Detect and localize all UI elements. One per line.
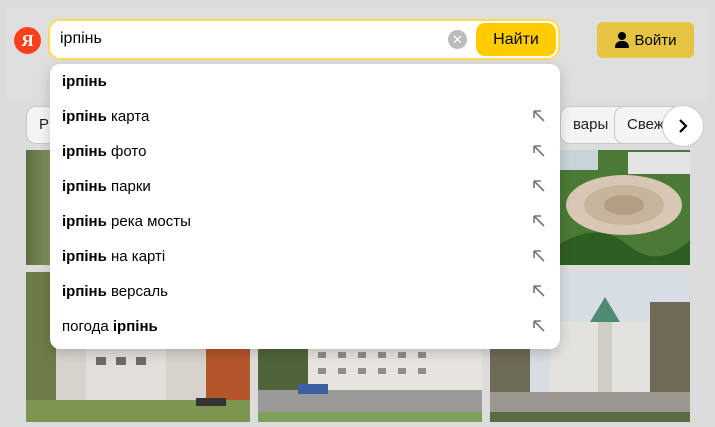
suggestion-item[interactable]: ірпінь река мосты — [50, 204, 560, 239]
clear-icon[interactable]: ✕ — [448, 30, 467, 49]
suggestion-item[interactable]: ірпінь версаль — [50, 274, 560, 309]
suggestion-text: ірпінь река мосты — [62, 213, 191, 230]
image-park — [558, 150, 690, 265]
suggestion-item[interactable]: погода ірпінь — [50, 309, 560, 344]
suggestion-item[interactable]: ірпінь парки — [50, 169, 560, 204]
suggestion-text: ірпінь фото — [62, 143, 147, 160]
arrow-up-left-icon[interactable] — [532, 249, 546, 263]
arrow-up-left-icon[interactable] — [532, 179, 546, 193]
suggestion-text: погода ірпінь — [62, 318, 158, 335]
arrow-up-left-icon[interactable] — [532, 319, 546, 333]
suggestion-text: ірпінь — [62, 73, 107, 90]
user-icon — [614, 32, 629, 48]
next-button[interactable] — [662, 105, 704, 147]
suggestion-item[interactable]: ірпінь — [50, 64, 560, 99]
login-label: Войти — [634, 31, 677, 49]
suggestion-text: ірпінь карта — [62, 108, 150, 125]
suggestion-text: ірпінь версаль — [62, 283, 168, 300]
suggestion-text: ірпінь на карті — [62, 248, 166, 265]
suggestion-item[interactable]: ірпінь на карті — [50, 239, 560, 274]
search-box: ✕ Найти — [48, 19, 560, 60]
yandex-logo[interactable]: Я — [14, 27, 41, 54]
suggestion-text: ірпінь парки — [62, 178, 151, 195]
suggestion-item[interactable]: ірпінь карта — [50, 99, 560, 134]
arrow-up-left-icon[interactable] — [532, 214, 546, 228]
find-button[interactable]: Найти — [476, 23, 556, 56]
arrow-up-left-icon[interactable] — [532, 109, 546, 123]
chevron-right-icon — [679, 119, 688, 133]
search-input[interactable] — [60, 27, 440, 51]
login-button[interactable]: Войти — [597, 22, 694, 58]
suggestion-item[interactable]: ірпінь фото — [50, 134, 560, 169]
arrow-up-left-icon[interactable] — [532, 284, 546, 298]
search-suggestions: ірпінь ірпінь карта ірпінь фото ірпінь п… — [50, 64, 560, 349]
arrow-up-left-icon[interactable] — [532, 144, 546, 158]
image-thumbnail[interactable] — [558, 150, 690, 265]
